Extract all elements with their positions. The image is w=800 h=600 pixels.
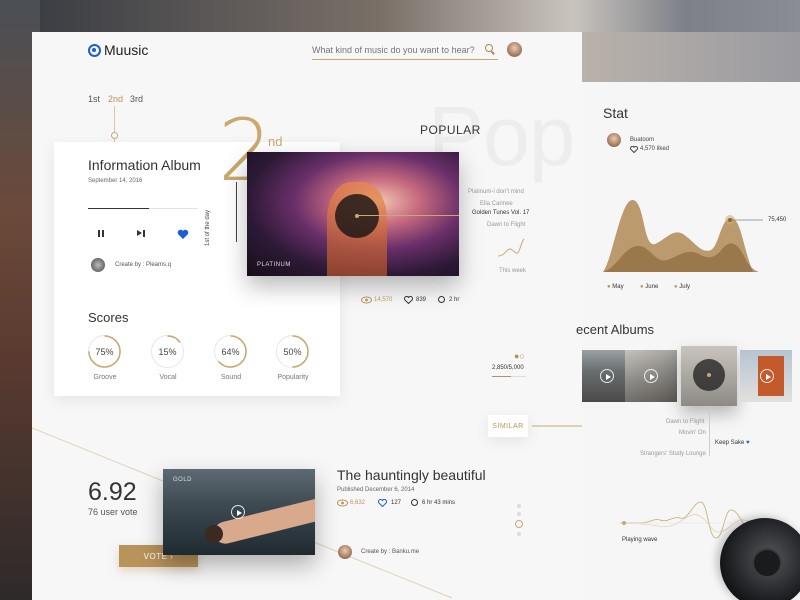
popular-track-2[interactable]: Ella Carinee [480,201,513,207]
pager-dot[interactable] [517,532,521,536]
legend-may: ● May [607,284,624,290]
users-icon: ●○ [514,351,525,361]
app-name: Muusic [104,42,149,58]
like-icon[interactable] [404,296,413,304]
background-photo-right [582,32,800,82]
info-album-creator: Create by : Pleams.q [115,262,172,268]
heart-icon[interactable] [177,229,189,240]
featured-views: 6,632 [350,500,366,506]
score-label: Sound [220,374,242,381]
score-ring-groove: 75% [87,334,121,368]
featured-title: The hauntingly beautiful [337,467,486,483]
tab-3rd[interactable]: 3rd [130,94,143,104]
recent-connector [709,406,710,456]
score-arc [213,334,247,368]
popular-album-cover[interactable]: PLATINUM [247,152,459,276]
recent-album-2[interactable] [625,350,677,402]
play-icon[interactable] [760,369,774,383]
rating-votes: 76 user vote [88,507,138,517]
recent-track-3[interactable]: Keep Sake ♥ [715,440,750,446]
recent-album-4[interactable] [740,350,792,402]
featured-album-cover[interactable]: GOLD [163,469,315,555]
popular-title: POPULAR [420,123,481,137]
recent-album-3[interactable] [681,346,737,406]
popular-track-4[interactable]: Dawn to Flight [487,222,525,228]
gold-badge: GOLD [173,477,193,483]
score-ring-vocal: 15% [150,334,184,368]
legend-june: ● June [640,284,659,290]
similar-button[interactable]: SIMILAR [488,415,528,437]
play-icon[interactable] [644,369,658,383]
pause-button[interactable] [97,229,106,238]
stat-user: Buatoom [630,137,655,143]
progress-fill [88,208,149,209]
score-label: Groove [93,374,117,381]
featured-published: Published December 6, 2014 [337,487,415,493]
stat-liked: 4,570 liked [640,146,670,152]
headphones-cup [752,548,782,578]
recent-track-4[interactable]: Strangers' Study Lounge [640,451,706,457]
search-icon[interactable] [485,44,493,52]
popular-duration: 2 hr [449,297,460,303]
info-album-title: Information Album [88,157,201,173]
score-arc [150,334,184,368]
next-button[interactable] [137,229,146,238]
score-ring-popularity: 50% [275,334,309,368]
score-label: Popularity [277,374,309,381]
weekly-trend-line [497,238,525,257]
eye-icon [361,296,372,304]
legend-july: ● July [674,284,690,290]
popular-views: 14,570 [374,297,393,303]
recent-track-2[interactable]: Movin' On [679,430,706,436]
score-arc [275,334,309,368]
play-icon[interactable] [600,369,614,383]
eye-icon [337,499,348,507]
pager-dot-active[interactable] [515,520,523,528]
search-input[interactable] [312,40,498,60]
stat-title: Stat [603,105,628,121]
recent-albums-title: ecent Albums [576,322,655,337]
rank-side-line [236,182,237,242]
rank-node [111,132,118,139]
score-arc [87,334,121,368]
featured-creator: Create by : Banku.me [361,549,420,555]
logo-icon [88,43,101,57]
heart-icon[interactable] [378,499,387,507]
stat-area-chart [603,199,763,272]
featured-duration: 6 hr 43 mins [422,500,456,506]
clock-icon [411,499,418,506]
this-week-label: This week [499,268,527,274]
info-album-date: September 14, 2016 [88,178,143,184]
rank-side-label: 1st of the day [205,209,211,246]
platinum-badge: PLATINUM [257,262,291,268]
clock-icon [438,296,445,303]
recent-track-1[interactable]: Dawn to Flight [666,419,704,425]
playing-wave-label: Playing wave [622,537,658,543]
play-icon[interactable] [231,505,245,519]
pager-dot[interactable] [517,504,521,508]
featured-creator-avatar[interactable] [338,545,352,559]
creator-avatar[interactable] [91,258,105,272]
rating-value: 6.92 [88,478,137,506]
score-label: Vocal [159,374,177,381]
popular-track-1[interactable]: Platinum-i don't mind [468,189,524,195]
big-rank-suffix: nd [268,134,283,149]
pager-dot[interactable] [517,512,521,516]
user-avatar[interactable] [507,42,522,57]
score-ring-sound: 64% [213,334,247,368]
tab-1st[interactable]: 1st [88,94,100,104]
popular-likes: 839 [416,297,427,303]
featured-likes: 127 [391,500,402,506]
stat-value-label: 75,450 [768,217,787,223]
stat-user-avatar[interactable] [607,133,621,147]
popular-track-3[interactable]: Golden Tunes Vol. 17 [472,210,529,216]
heart-icon [630,146,638,153]
background-photo-top [40,0,800,32]
app-logo[interactable]: Muusic [88,42,148,58]
tab-2nd[interactable]: 2nd [108,94,123,104]
scores-title: Scores [88,310,129,325]
followers-count: 2,850/5,000 [492,365,524,371]
followers-bar-fill [492,376,511,377]
